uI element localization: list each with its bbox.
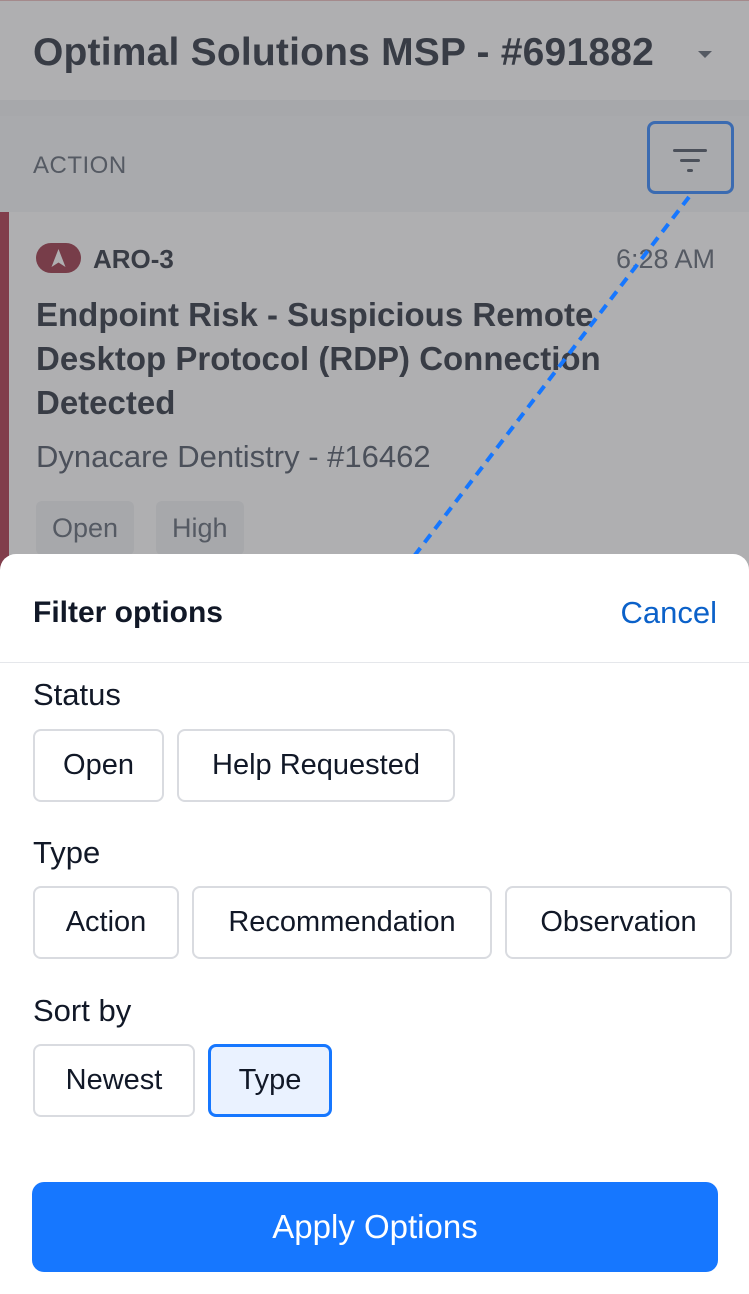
status-chip-help-requested[interactable]: Help Requested [177,729,455,802]
sort-chip-type[interactable]: Type [208,1044,332,1117]
sheet-title: Filter options [33,596,223,629]
status-chip-open[interactable]: Open [33,729,164,802]
divider [0,662,749,663]
cancel-button[interactable]: Cancel [621,595,718,631]
sort-chip-newest[interactable]: Newest [33,1044,195,1117]
status-label: Status [33,677,121,712]
filter-sheet: Filter options Cancel Status Open Help R… [0,554,749,1294]
sort-label: Sort by [33,993,132,1028]
type-label: Type [33,835,101,870]
type-chip-observation[interactable]: Observation [505,886,732,959]
type-chip-action[interactable]: Action [33,886,179,959]
apply-options-button[interactable]: Apply Options [32,1182,718,1272]
type-chip-recommendation[interactable]: Recommendation [192,886,492,959]
